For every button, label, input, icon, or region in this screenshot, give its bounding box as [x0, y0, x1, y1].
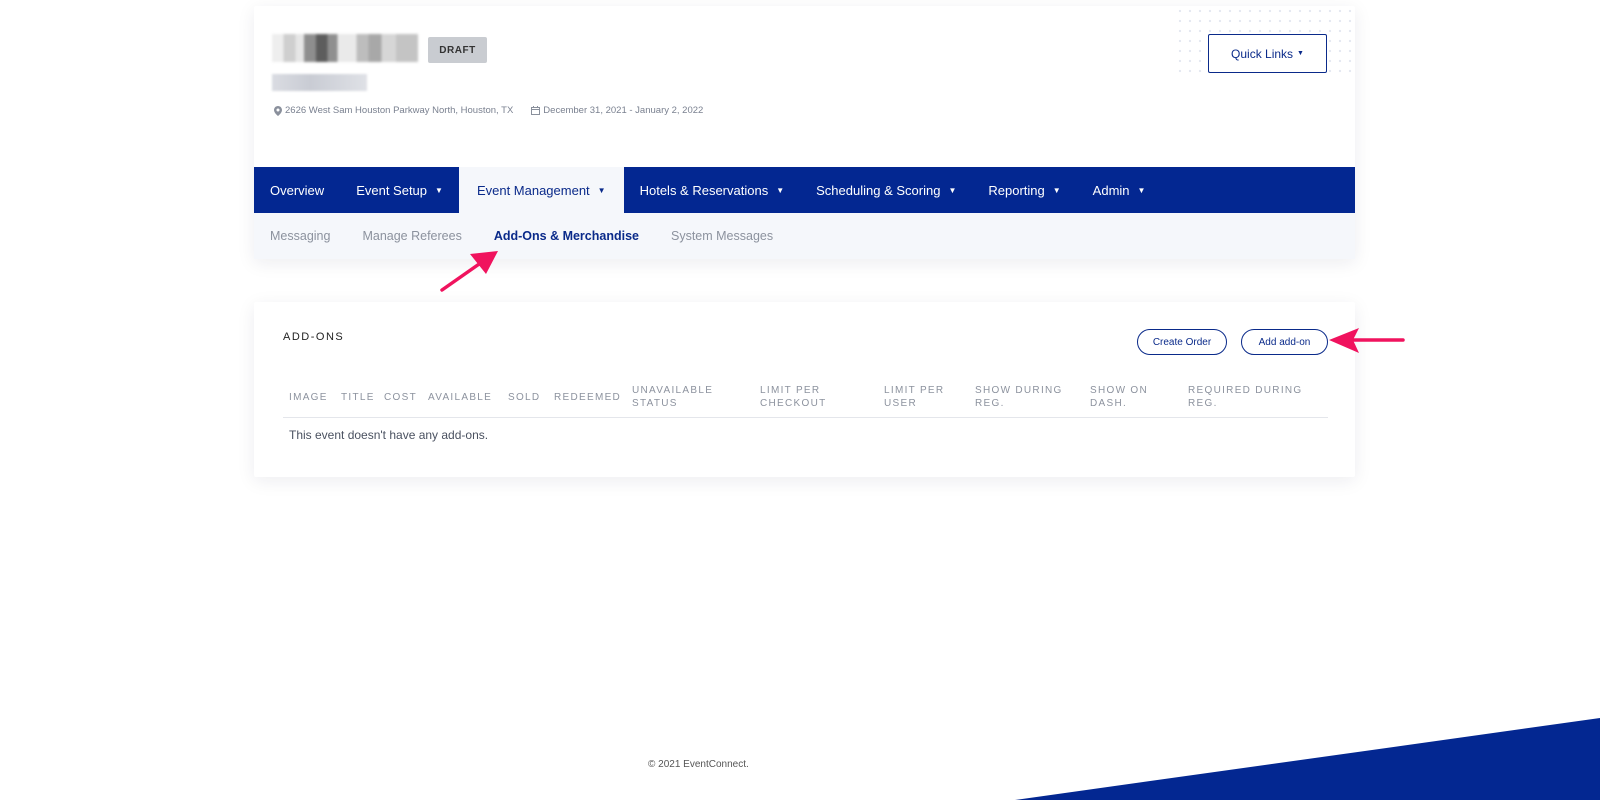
nav-item-admin[interactable]: Admin ▼: [1077, 167, 1162, 213]
column-header-show-on-dash[interactable]: SHOW ON DASH.: [1084, 384, 1182, 410]
caret-down-icon: ▼: [435, 185, 443, 195]
event-address-text: 2626 West Sam Houston Parkway North, Hou…: [285, 105, 514, 116]
nav-item-overview[interactable]: Overview: [254, 167, 340, 213]
sub-nav: Messaging Manage Referees Add-Ons & Merc…: [254, 213, 1355, 259]
caret-down-icon: ▼: [1052, 185, 1061, 195]
quick-links-label: Quick Links: [1231, 46, 1294, 61]
nav-item-label: Scheduling & Scoring: [816, 182, 941, 198]
section-title: ADD-ONS: [283, 331, 345, 343]
quick-links-button[interactable]: Quick Links ▼: [1208, 34, 1327, 73]
event-subtitle-redacted: [272, 74, 367, 91]
subnav-item-manage-referees[interactable]: Manage Referees: [346, 229, 477, 243]
add-ons-table: IMAGE TITLE COST AVAILABLE SOLD REDEEMED…: [283, 384, 1328, 452]
column-header-redeemed[interactable]: REDEEMED: [548, 391, 626, 404]
event-dates: December 31, 2021 - January 2, 2022: [531, 105, 703, 116]
column-header-limit-per-checkout[interactable]: LIMIT PER CHECKOUT: [754, 384, 878, 410]
caret-down-icon: ▼: [597, 185, 606, 195]
event-address: 2626 West Sam Houston Parkway North, Hou…: [274, 105, 513, 116]
column-header-sold[interactable]: SOLD: [502, 391, 548, 404]
nav-item-label: Event Setup: [356, 182, 428, 198]
nav-item-label: Event Management: [476, 182, 590, 198]
nav-item-event-setup[interactable]: Event Setup ▼: [340, 167, 459, 213]
status-badge: DRAFT: [428, 37, 487, 63]
nav-item-reporting[interactable]: Reporting ▼: [972, 167, 1076, 213]
nav-item-label: Overview: [270, 182, 325, 198]
caret-down-icon: ▼: [1297, 50, 1304, 57]
column-header-show-during-reg[interactable]: SHOW DURING REG.: [969, 384, 1084, 410]
column-header-available[interactable]: AVAILABLE: [422, 391, 502, 404]
event-dates-text: December 31, 2021 - January 2, 2022: [543, 105, 704, 116]
column-header-unavailable-status[interactable]: UNAVAILABLE STATUS: [626, 384, 754, 410]
column-header-required-during-reg[interactable]: REQUIRED DURING REG.: [1182, 384, 1328, 410]
caret-down-icon: ▼: [948, 185, 957, 195]
subnav-item-system-messages[interactable]: System Messages: [655, 229, 789, 243]
nav-item-label: Reporting: [988, 182, 1045, 198]
event-header-card: DRAFT 2626 West Sam Houston Parkway Nort…: [254, 6, 1355, 259]
nav-item-hotels-reservations[interactable]: Hotels & Reservations ▼: [624, 167, 801, 213]
nav-item-label: Admin: [1092, 182, 1130, 198]
caret-down-icon: ▼: [776, 185, 785, 195]
table-header-row: IMAGE TITLE COST AVAILABLE SOLD REDEEMED…: [283, 384, 1328, 418]
main-nav: Overview Event Setup ▼ Event Management …: [254, 167, 1355, 213]
calendar-icon: [531, 106, 541, 115]
footer-copyright: © 2021 EventConnect.: [648, 759, 749, 770]
subnav-item-add-ons-merchandise[interactable]: Add-Ons & Merchandise: [478, 229, 655, 243]
event-meta: 2626 West Sam Houston Parkway North, Hou…: [274, 105, 703, 116]
column-header-title[interactable]: TITLE: [335, 391, 378, 404]
nav-item-event-management[interactable]: Event Management ▼: [458, 167, 624, 213]
column-header-limit-per-user[interactable]: LIMIT PER USER: [878, 384, 969, 410]
column-header-cost[interactable]: COST: [378, 391, 422, 404]
nav-item-scheduling-scoring[interactable]: Scheduling & Scoring ▼: [800, 167, 972, 213]
event-title-redacted: [272, 34, 418, 62]
caret-down-icon: ▼: [1137, 185, 1146, 195]
create-order-button[interactable]: Create Order: [1137, 329, 1227, 355]
subnav-item-messaging[interactable]: Messaging: [254, 229, 346, 243]
column-header-image[interactable]: IMAGE: [283, 391, 335, 404]
nav-item-label: Hotels & Reservations: [639, 182, 769, 198]
map-marker-icon: [274, 105, 282, 116]
add-ons-card: ADD-ONS Create Order Add add-on IMAGE TI…: [254, 302, 1355, 477]
add-addon-button[interactable]: Add add-on: [1241, 329, 1328, 355]
empty-table-message: This event doesn't have any add-ons.: [289, 428, 489, 442]
